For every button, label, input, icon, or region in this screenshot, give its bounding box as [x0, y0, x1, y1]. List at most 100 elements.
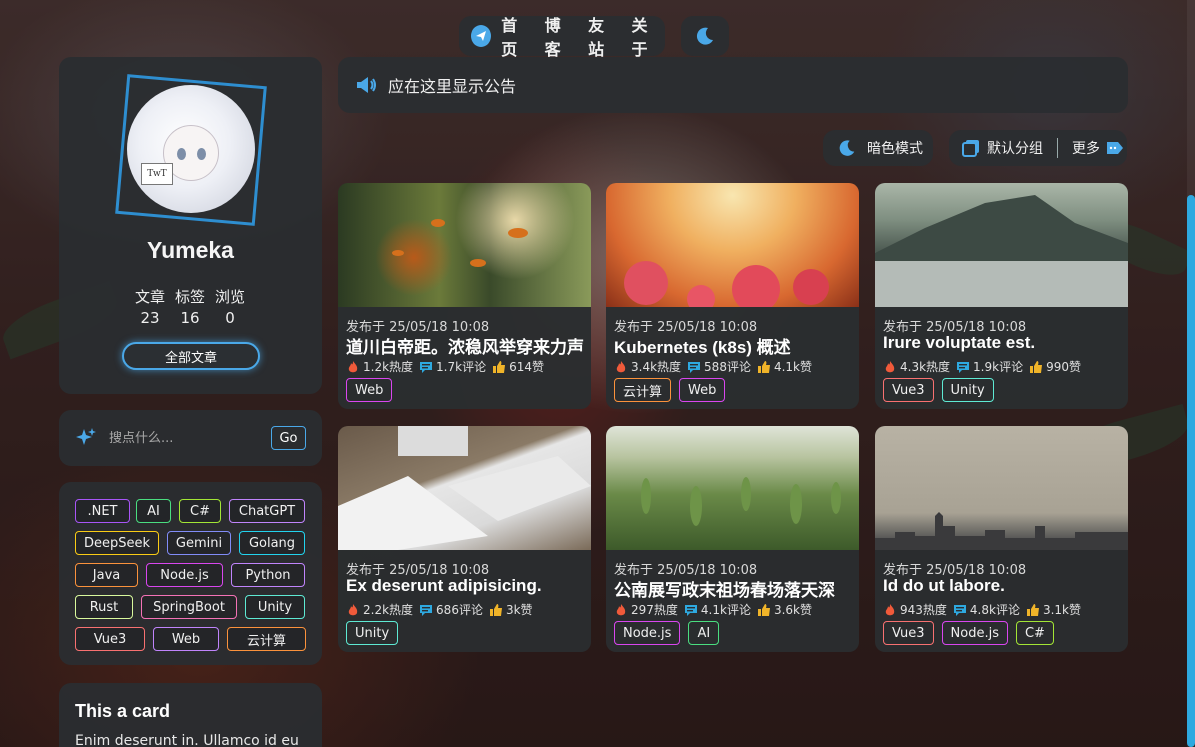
- announcement-text: 应在这里显示公告: [388, 77, 517, 96]
- post-cover-image[interactable]: [338, 183, 591, 307]
- avatar[interactable]: TwT: [127, 85, 255, 213]
- top-nav: 首页 博客 友站 关于: [459, 16, 665, 59]
- post-tag[interactable]: Node.js: [941, 621, 1008, 645]
- thumbs-up-icon: [1026, 603, 1039, 616]
- all-posts-button[interactable]: 全部文章: [122, 342, 260, 370]
- thumbs-up-icon: [489, 603, 502, 616]
- post-heat: 297热度: [631, 603, 678, 617]
- post-tag[interactable]: AI: [688, 621, 720, 645]
- post-tags: Web: [346, 378, 393, 402]
- nav-link-about[interactable]: 关于: [632, 12, 661, 60]
- post-card[interactable]: 发布于 25/05/18 10:08 Ex deserunt adipisici…: [338, 426, 591, 652]
- more-button[interactable]: 更多: [1072, 138, 1100, 158]
- comment-icon: [684, 604, 697, 616]
- post-title[interactable]: 公南展写政末祖场春场落天深: [614, 576, 852, 601]
- announcement-bar: 应在这里显示公告: [338, 57, 1128, 113]
- telegram-icon[interactable]: [471, 25, 492, 47]
- post-heat: 4.3k热度: [900, 360, 951, 374]
- post-tag[interactable]: Vue3: [883, 378, 934, 402]
- post-title[interactable]: Ex deserunt adipisicing.: [346, 576, 584, 596]
- tag-chip[interactable]: .NET: [75, 499, 130, 523]
- tag-chip[interactable]: Unity: [245, 595, 305, 619]
- post-cover-image[interactable]: [606, 426, 859, 550]
- tag-chip[interactable]: 云计算: [227, 627, 306, 651]
- toolbar-divider: [1057, 138, 1058, 158]
- theme-toggle-button[interactable]: [681, 16, 729, 56]
- comment-icon: [688, 361, 701, 373]
- post-likes: 3k赞: [505, 603, 533, 617]
- post-tag[interactable]: Vue3: [883, 621, 934, 645]
- post-tags: Vue3 Unity: [883, 378, 994, 402]
- text-card: This a card Enim deserunt in. Ullamco id…: [59, 683, 322, 747]
- post-tag[interactable]: Node.js: [614, 621, 681, 645]
- default-group-button[interactable]: 默认分组: [987, 138, 1043, 158]
- stat-label: 浏览: [214, 288, 245, 306]
- tag-chip[interactable]: Vue3: [75, 627, 145, 651]
- search-go-button[interactable]: Go: [271, 426, 306, 450]
- post-card[interactable]: 发布于 25/05/18 10:08 道川白帝距。浓稳风举穿来力声 1.2k热度…: [338, 183, 591, 409]
- tag-chip[interactable]: Web: [153, 627, 219, 651]
- post-tag[interactable]: Unity: [346, 621, 399, 645]
- post-cover-image[interactable]: [606, 183, 859, 307]
- nav-link-home[interactable]: 首页: [501, 12, 530, 60]
- post-cover-image[interactable]: [875, 426, 1128, 550]
- post-meta: 297热度 4.1k评论 3.6k赞: [614, 601, 812, 618]
- comment-icon: [420, 604, 433, 616]
- dark-mode-button[interactable]: 暗色模式: [823, 130, 933, 166]
- tag-chip[interactable]: SpringBoot: [141, 595, 237, 619]
- post-card[interactable]: 发布于 25/05/18 10:08 公南展写政末祖场春场落天深 297热度 4…: [606, 426, 859, 652]
- profile-stats: 文章 23 标签 16 浏览 0: [132, 286, 248, 327]
- search-input[interactable]: [109, 430, 259, 446]
- tag-chip[interactable]: Java: [75, 563, 138, 587]
- nav-link-friends[interactable]: 友站: [588, 12, 617, 60]
- post-likes: 990赞: [1046, 360, 1081, 374]
- post-tags: Vue3 Node.js C#: [883, 621, 1054, 645]
- stat-label: 文章: [134, 288, 165, 306]
- stat-value: 0: [225, 309, 235, 327]
- post-meta: 4.3k热度 1.9k评论 990赞: [883, 358, 1081, 375]
- post-tag[interactable]: C#: [1015, 621, 1054, 645]
- tag-chip[interactable]: Node.js: [146, 563, 223, 587]
- tag-chip[interactable]: AI: [136, 499, 171, 523]
- post-heat: 2.2k热度: [363, 603, 414, 617]
- avatar-sign: TwT: [141, 163, 173, 185]
- tag-chip[interactable]: DeepSeek: [75, 531, 159, 555]
- post-likes: 4.1k赞: [773, 360, 812, 374]
- tag-chip[interactable]: C#: [179, 499, 221, 523]
- nav-link-blog[interactable]: 博客: [545, 12, 574, 60]
- thumbs-up-icon: [1030, 360, 1043, 373]
- dark-mode-label: 暗色模式: [867, 141, 923, 157]
- tag-chip[interactable]: Python: [231, 563, 305, 587]
- post-heat: 1.2k热度: [363, 360, 414, 374]
- post-title[interactable]: Kubernetes (k8s) 概述: [614, 333, 852, 358]
- post-cover-image[interactable]: [875, 183, 1128, 307]
- tag-cloud: .NET AI C# ChatGPT DeepSeek Gemini Golang Java N…: [59, 482, 322, 665]
- fire-icon: [616, 603, 626, 615]
- post-tag[interactable]: Unity: [941, 378, 994, 402]
- post-comments: 1.9k评论: [973, 360, 1024, 374]
- tag-chip[interactable]: ChatGPT: [229, 499, 305, 523]
- fire-icon: [616, 360, 626, 372]
- stat-value: 16: [180, 309, 200, 327]
- post-title[interactable]: Irure voluptate est.: [883, 333, 1121, 353]
- post-card[interactable]: 发布于 25/05/18 10:08 Irure voluptate est. …: [875, 183, 1128, 409]
- post-tag[interactable]: 云计算: [614, 378, 672, 402]
- tag-arrow-icon[interactable]: [1106, 140, 1124, 156]
- post-comments: 4.1k评论: [700, 603, 751, 617]
- post-cover-image[interactable]: [338, 426, 591, 550]
- stat-views: 浏览 0: [212, 286, 248, 327]
- layers-icon: [962, 140, 979, 157]
- post-comments: 588评论: [704, 360, 751, 374]
- tag-chip[interactable]: Gemini: [167, 531, 231, 555]
- post-card[interactable]: 发布于 25/05/18 10:08 Id do ut labore. 943热…: [875, 426, 1128, 652]
- post-tag[interactable]: Web: [679, 378, 726, 402]
- scrollbar-thumb[interactable]: [1187, 195, 1195, 747]
- fire-icon: [885, 603, 895, 615]
- post-tag[interactable]: Web: [346, 378, 393, 402]
- tag-chip[interactable]: Rust: [75, 595, 133, 619]
- post-card[interactable]: 发布于 25/05/18 10:08 Kubernetes (k8s) 概述 3…: [606, 183, 859, 409]
- tag-chip[interactable]: Golang: [239, 531, 305, 555]
- post-title[interactable]: Id do ut labore.: [883, 576, 1121, 596]
- post-title[interactable]: 道川白帝距。浓稳风举穿来力声: [346, 333, 584, 358]
- fire-icon: [348, 603, 358, 615]
